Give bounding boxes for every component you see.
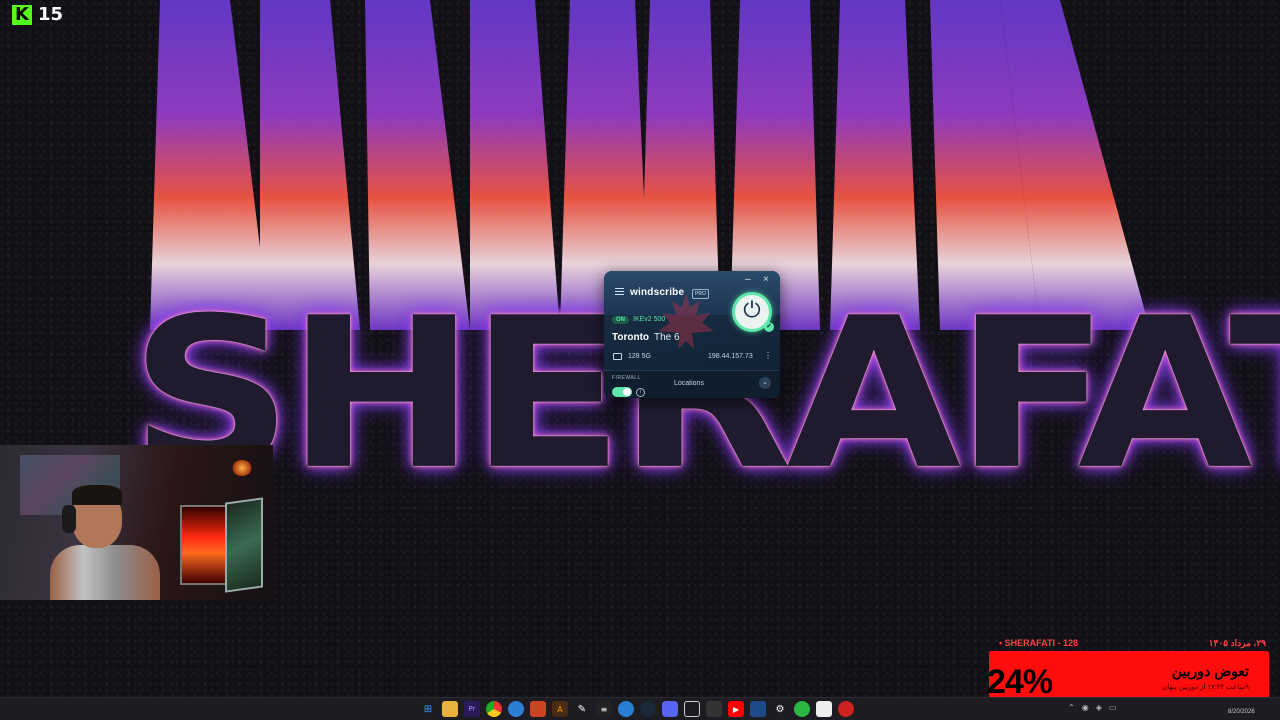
kick-logo-icon: K bbox=[12, 4, 32, 25]
steam-icon[interactable] bbox=[640, 701, 656, 717]
notepad-icon[interactable] bbox=[816, 701, 832, 717]
data-remaining[interactable]: 128 5G bbox=[628, 353, 651, 360]
illustrator-icon[interactable]: A bbox=[552, 701, 568, 717]
connected-check-icon: ✓ bbox=[764, 322, 774, 332]
widget-subtitle: ۹ساعت ۱۷:۲۲ از دوربین پنهان bbox=[1162, 684, 1249, 691]
chevron-down-icon[interactable]: ⌄ bbox=[759, 377, 771, 389]
close-button[interactable]: × bbox=[763, 274, 769, 285]
info-icon[interactable]: i bbox=[636, 388, 645, 397]
file-explorer-icon[interactable] bbox=[442, 701, 458, 717]
widget-streamer-name: • SHERAFATI - 128 bbox=[999, 638, 1079, 648]
network-icon[interactable]: ◉ bbox=[1082, 703, 1089, 712]
connection-status-badge: ON bbox=[612, 316, 629, 324]
taskbar-date[interactable]: 8/20/2026 bbox=[1228, 709, 1255, 715]
ip-address: 198.44.157.73 bbox=[708, 353, 753, 360]
tray-arrow-icon[interactable]: ⌃ bbox=[1068, 703, 1075, 712]
headset-icon bbox=[62, 505, 76, 533]
streamer-body bbox=[50, 545, 160, 600]
browser-icon[interactable] bbox=[508, 701, 524, 717]
minimize-button[interactable]: – bbox=[745, 274, 751, 285]
lamp bbox=[232, 460, 252, 476]
youtube-icon[interactable]: ▶ bbox=[728, 701, 744, 717]
data-icon bbox=[613, 353, 622, 360]
taskbar-icons: ⊞ Pr A ✎ ≡ ▶ ⚙ bbox=[420, 701, 854, 717]
chrome-icon[interactable] bbox=[486, 701, 502, 717]
pen-icon[interactable]: ✎ bbox=[574, 701, 590, 717]
volume-icon[interactable]: ◈ bbox=[1096, 703, 1102, 712]
widget-title: تعوض دوربین bbox=[1171, 663, 1249, 679]
location-city: Toronto bbox=[612, 332, 650, 343]
windscribe-logo: windscribe bbox=[630, 287, 685, 298]
system-tray: ⌃ ◉ ◈ ▭ bbox=[1068, 703, 1116, 712]
viewer-count: 15 bbox=[38, 4, 64, 25]
discord-icon[interactable] bbox=[662, 701, 678, 717]
firewall-toggle[interactable] bbox=[612, 387, 632, 397]
more-options-icon[interactable]: ⋮ bbox=[764, 351, 772, 360]
location-nickname: The 6 bbox=[654, 332, 680, 343]
settings-icon[interactable]: ⚙ bbox=[772, 701, 788, 717]
premiere-icon[interactable]: Pr bbox=[464, 701, 480, 717]
cloud-icon[interactable] bbox=[618, 701, 634, 717]
locations-button[interactable]: Locations bbox=[674, 380, 704, 387]
terminal-icon[interactable]: ≡ bbox=[596, 701, 612, 717]
streamer-hair bbox=[72, 485, 122, 505]
pc-case bbox=[180, 505, 230, 585]
widget-date: ۲۹، مرداد ۱۴۰۵ bbox=[1208, 638, 1266, 648]
windows-start-icon[interactable]: ⊞ bbox=[420, 701, 436, 717]
taskbar: ⊞ Pr A ✎ ≡ ▶ ⚙ ⌃ ◉ ◈ ▭ 8/20/2026 bbox=[0, 697, 1280, 720]
windscribe-icon[interactable] bbox=[838, 701, 854, 717]
windscribe-window: windscribe PRO – × ⏻ ✓ ON IKEv2 500 Toro… bbox=[604, 271, 780, 398]
pro-badge: PRO bbox=[692, 289, 709, 299]
viewer-count-badge: K 15 bbox=[12, 4, 63, 25]
pc-case-side bbox=[225, 497, 263, 593]
vscode-icon[interactable] bbox=[750, 701, 766, 717]
app-red-icon[interactable] bbox=[530, 701, 546, 717]
maple-leaf-icon bbox=[658, 293, 714, 349]
widget-percent: 24% bbox=[987, 663, 1053, 701]
webcam-overlay bbox=[0, 445, 273, 600]
protocol-label[interactable]: IKEv2 500 bbox=[633, 316, 665, 323]
whatsapp-icon[interactable] bbox=[794, 701, 810, 717]
menu-icon[interactable] bbox=[615, 288, 624, 297]
battery-icon[interactable]: ▭ bbox=[1109, 703, 1117, 712]
app-dark-icon[interactable] bbox=[706, 701, 722, 717]
window-icon[interactable] bbox=[684, 701, 700, 717]
firewall-label: FIREWALL bbox=[612, 375, 641, 381]
